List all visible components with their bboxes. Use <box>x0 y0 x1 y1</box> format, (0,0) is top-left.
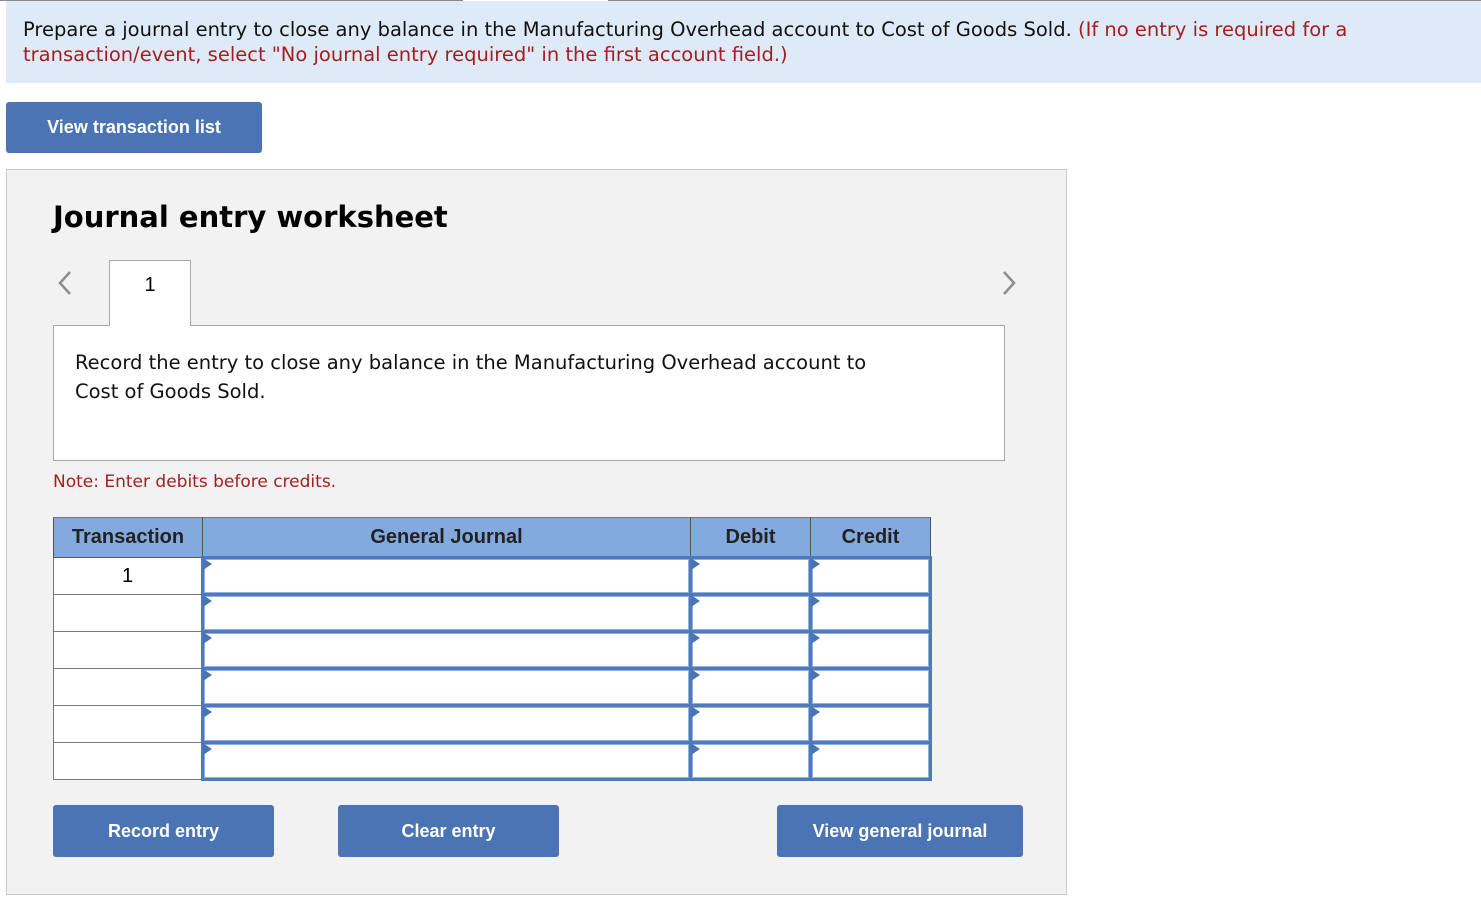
input-marker-icon <box>811 595 820 607</box>
account-input[interactable] <box>201 593 692 633</box>
header-transaction: Transaction <box>53 517 203 558</box>
debit-input[interactable] <box>689 593 812 633</box>
debit-input[interactable] <box>689 741 812 781</box>
transaction-cell <box>53 668 203 706</box>
table-row <box>53 630 932 670</box>
table-row <box>53 593 932 633</box>
input-marker-icon <box>691 706 700 718</box>
account-input[interactable] <box>201 556 692 596</box>
account-input[interactable] <box>201 630 692 670</box>
dropdown-marker-icon <box>203 669 212 681</box>
credit-input[interactable] <box>809 630 932 670</box>
header-credit: Credit <box>810 517 931 558</box>
transaction-cell <box>53 594 203 632</box>
clear-entry-button[interactable]: Clear entry <box>338 805 559 857</box>
entry-note: Note: Enter debits before credits. <box>53 472 337 492</box>
transaction-description: Record the entry to close any balance in… <box>53 325 1005 461</box>
input-marker-icon <box>691 595 700 607</box>
dropdown-marker-icon <box>203 595 212 607</box>
account-input[interactable] <box>201 741 692 781</box>
view-general-journal-button[interactable]: View general journal <box>777 805 1023 857</box>
record-entry-button[interactable]: Record entry <box>53 805 274 857</box>
header-general-journal: General Journal <box>202 517 691 558</box>
chevron-left-icon[interactable] <box>55 268 75 298</box>
journal-entry-worksheet: Journal entry worksheet 1 Record the ent… <box>6 169 1067 895</box>
input-marker-icon <box>691 558 700 570</box>
account-input[interactable] <box>201 704 692 744</box>
debit-input[interactable] <box>689 667 812 707</box>
debit-input[interactable] <box>689 630 812 670</box>
table-header-row: Transaction General Journal Debit Credit <box>53 517 931 558</box>
input-marker-icon <box>691 669 700 681</box>
transaction-cell <box>53 705 203 743</box>
chevron-right-icon[interactable] <box>999 268 1019 298</box>
credit-input[interactable] <box>809 741 932 781</box>
journal-table: Transaction General Journal Debit Credit… <box>53 517 932 781</box>
input-marker-icon <box>811 706 820 718</box>
worksheet-title: Journal entry worksheet <box>53 200 448 234</box>
view-transaction-list-button[interactable]: View transaction list <box>6 102 262 153</box>
dropdown-marker-icon <box>203 558 212 570</box>
credit-input[interactable] <box>809 704 932 744</box>
header-debit: Debit <box>690 517 811 558</box>
prompt-instruction: Prepare a journal entry to close any bal… <box>23 18 1072 41</box>
table-row <box>53 704 932 744</box>
table-row <box>53 741 932 781</box>
dropdown-marker-icon <box>203 632 212 644</box>
credit-input[interactable] <box>809 593 932 633</box>
dropdown-marker-icon <box>203 706 212 718</box>
input-marker-icon <box>811 632 820 644</box>
debit-input[interactable] <box>689 704 812 744</box>
credit-input[interactable] <box>809 556 932 596</box>
transaction-cell: 1 <box>53 557 203 595</box>
transaction-cell <box>53 631 203 669</box>
input-marker-icon <box>691 632 700 644</box>
credit-input[interactable] <box>809 667 932 707</box>
input-marker-icon <box>691 743 700 755</box>
input-marker-icon <box>811 558 820 570</box>
table-row: 1 <box>53 556 932 596</box>
tab-transaction-1[interactable]: 1 <box>109 260 191 326</box>
description-text: Record the entry to close any balance in… <box>75 351 867 403</box>
transaction-cell <box>53 742 203 780</box>
input-marker-icon <box>811 669 820 681</box>
input-marker-icon <box>811 743 820 755</box>
table-row <box>53 667 932 707</box>
question-prompt: Prepare a journal entry to close any bal… <box>6 1 1481 83</box>
dropdown-marker-icon <box>203 743 212 755</box>
account-input[interactable] <box>201 667 692 707</box>
debit-input[interactable] <box>689 556 812 596</box>
